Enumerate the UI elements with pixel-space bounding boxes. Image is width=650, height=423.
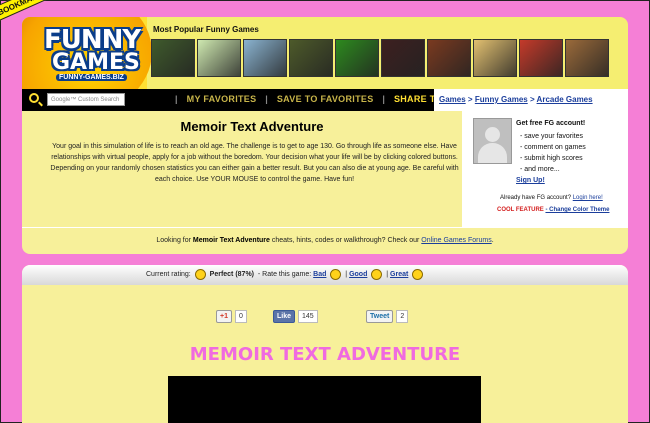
game-thumbnail[interactable] — [427, 39, 471, 77]
popular-games-thumbnails — [151, 39, 609, 77]
list-item: - submit high scores — [520, 155, 583, 162]
google-plus-widget: +1 0 — [216, 309, 247, 323]
site-header: FUNNY GAMES FUNNY-GAMES.BIZ Most Popular… — [22, 17, 628, 89]
game-canvas[interactable] — [168, 376, 481, 423]
game-thumbnail[interactable] — [335, 39, 379, 77]
breadcrumb-games[interactable]: Games — [439, 95, 466, 104]
rating-label: Current rating: — [146, 271, 191, 278]
rate-great-link[interactable]: Great — [390, 271, 408, 278]
game-thumbnail[interactable] — [519, 39, 563, 77]
list-item: - save your favorites — [520, 133, 584, 140]
game-thumbnail[interactable] — [289, 39, 333, 77]
tweet-count: 2 — [396, 309, 409, 323]
breadcrumb-funny-games[interactable]: Funny Games — [475, 95, 528, 104]
game-thumbnail[interactable] — [565, 39, 609, 77]
signup-link[interactable]: Sign Up! — [516, 177, 545, 184]
tweet-button[interactable]: Tweet — [366, 309, 394, 323]
search-input[interactable]: Google™ Custom Search — [47, 93, 125, 106]
popular-games-label: Most Popular Funny Games — [153, 25, 259, 34]
change-color-theme-link[interactable]: - Change Color Theme — [545, 207, 609, 213]
cool-feature: COOL FEATURE - Change Color Theme — [497, 207, 610, 213]
rate-bad-link[interactable]: Bad — [313, 271, 326, 278]
google-plus-button[interactable]: +1 — [216, 309, 232, 323]
rate-label: - Rate this game: — [257, 271, 312, 278]
list-item: - and more... — [520, 166, 560, 173]
game-description: Your goal in this simulation of life is … — [50, 143, 459, 183]
rate-good-link[interactable]: Good — [349, 271, 367, 278]
nav-bar: Google™ Custom Search | MY FAVORITES | S… — [22, 89, 628, 111]
search-icon[interactable] — [29, 93, 39, 103]
smiley-icon — [194, 268, 206, 280]
game-title: Memoir Text Adventure — [180, 119, 324, 134]
game-thumbnail[interactable] — [473, 39, 517, 77]
game-thumbnail[interactable] — [243, 39, 287, 77]
avatar — [473, 118, 512, 164]
game-thumbnail[interactable] — [197, 39, 241, 77]
game-heading: MEMOIR TEXT ADVENTURE — [189, 344, 461, 365]
already-account-text: Already have FG account? Login here! — [500, 195, 603, 201]
facebook-like-count: 145 — [298, 309, 318, 323]
account-benefits: - save your favorites - comment on games… — [520, 131, 586, 175]
rating-bar: Current rating: Perfect (87%) - Rate thi… — [22, 265, 628, 285]
forums-link[interactable]: Online Games Forums — [421, 237, 491, 244]
bad-smiley-icon[interactable] — [330, 268, 342, 280]
great-smiley-icon[interactable] — [412, 268, 424, 280]
cheats-banner: Looking for Memoir Text Adventure cheats… — [22, 227, 628, 254]
good-smiley-icon[interactable] — [371, 268, 383, 280]
game-thumbnail[interactable] — [151, 39, 195, 77]
login-link[interactable]: Login here! — [573, 195, 603, 201]
rating-value: Perfect (87%) — [209, 271, 255, 278]
facebook-like-button[interactable]: Like — [273, 309, 296, 323]
game-thumbnail[interactable] — [381, 39, 425, 77]
account-title: Get free FG account! — [516, 120, 586, 127]
breadcrumb-arcade-games[interactable]: Arcade Games — [537, 95, 593, 104]
cheats-game-name: Memoir Text Adventure — [192, 237, 270, 244]
facebook-like-widget: Like 145 — [273, 309, 318, 323]
site-logo[interactable]: FUNNY GAMES FUNNY-GAMES.BIZ — [22, 17, 152, 89]
breadcrumb: Games > Funny Games > Arcade Games — [434, 89, 628, 111]
logo-tagline: FUNNY-GAMES.BIZ — [56, 74, 127, 81]
list-item: - comment on games — [520, 144, 586, 151]
save-favorites-link[interactable]: SAVE TO FAVORITES — [277, 94, 374, 104]
tweet-widget: Tweet 2 — [366, 309, 409, 323]
logo-line2: GAMES — [52, 50, 140, 75]
google-plus-count: 0 — [234, 309, 247, 323]
my-favorites-link[interactable]: MY FAVORITES — [187, 94, 257, 104]
